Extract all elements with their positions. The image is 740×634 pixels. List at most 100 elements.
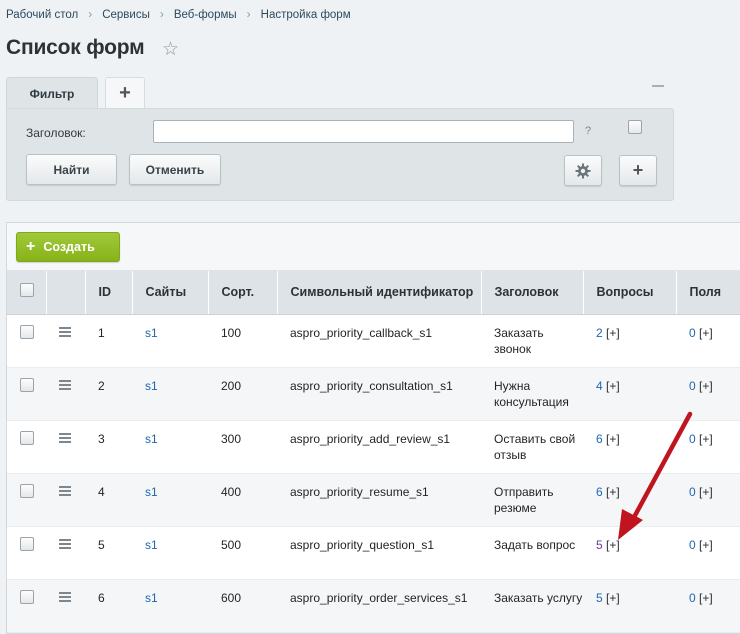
column-header-sites[interactable]: Сайты <box>132 271 209 315</box>
cell-id: 5 <box>85 526 132 580</box>
add-question-link[interactable]: [+] <box>606 326 620 340</box>
add-question-link[interactable]: [+] <box>606 538 620 552</box>
column-header-id[interactable]: ID <box>85 271 133 315</box>
add-question-link[interactable]: [+] <box>606 591 620 605</box>
table-row[interactable]: 5 s1 500 aspro_priority_question_s1 Зада… <box>7 526 740 580</box>
cell-id: 1 <box>85 314 132 368</box>
table-row[interactable]: 3 s1 300 aspro_priority_add_review_s1 Ос… <box>7 420 740 474</box>
drag-handle-icon[interactable] <box>59 432 71 443</box>
select-all-checkbox[interactable] <box>20 283 34 298</box>
add-question-link[interactable]: [+] <box>606 485 620 499</box>
title-filter-label: Заголовок: <box>26 126 86 140</box>
row-checkbox[interactable] <box>20 324 34 339</box>
breadcrumb-item-services[interactable]: Сервисы <box>102 9 150 21</box>
cell-id: 2 <box>85 367 132 421</box>
row-checkbox[interactable] <box>20 589 34 604</box>
chevron-right-icon: › <box>88 7 93 21</box>
fields-link[interactable]: 0 <box>689 379 696 393</box>
add-filter-field-button[interactable]: + <box>619 155 657 186</box>
site-link[interactable]: s1 <box>145 485 158 499</box>
row-checkbox[interactable] <box>20 430 34 445</box>
row-checkbox[interactable] <box>20 377 34 392</box>
page-title: Список форм <box>6 36 145 59</box>
add-field-link[interactable]: [+] <box>699 326 713 340</box>
fields-link[interactable]: 0 <box>689 538 696 552</box>
actions-header <box>46 271 86 315</box>
star-icon[interactable]: ☆ <box>162 38 179 61</box>
cell-sort: 600 <box>208 579 277 633</box>
cell-code: aspro_priority_add_review_s1 <box>277 420 481 474</box>
breadcrumb-item-desktop[interactable]: Рабочий стол <box>6 9 78 21</box>
cell-title: Нужна консультация <box>481 367 583 421</box>
cell-sort: 500 <box>208 526 277 580</box>
filter-field-checkbox[interactable] <box>628 120 642 134</box>
questions-link[interactable]: 6 <box>596 485 603 499</box>
column-header-title[interactable]: Заголовок <box>481 271 584 315</box>
help-icon[interactable]: ? <box>585 125 591 137</box>
cancel-button[interactable]: Отменить <box>129 154 221 185</box>
questions-link[interactable]: 4 <box>596 379 603 393</box>
cell-sort: 400 <box>208 473 277 527</box>
table-row[interactable]: 4 s1 400 aspro_priority_resume_s1 Отправ… <box>7 473 740 527</box>
column-header-fields[interactable]: Поля <box>676 271 740 315</box>
form-list-panel: + Создать ID Сайты Сорт. Символьный иден… <box>6 222 740 634</box>
create-button-label: Создать <box>43 240 95 254</box>
title-filter-input[interactable] <box>153 120 574 143</box>
add-question-link[interactable]: [+] <box>606 432 620 446</box>
cell-title: Задать вопрос <box>481 526 583 580</box>
cell-code: aspro_priority_resume_s1 <box>277 473 481 527</box>
cell-sort: 300 <box>208 420 277 474</box>
collapse-filter-icon[interactable] <box>652 85 664 87</box>
row-checkbox[interactable] <box>20 536 34 551</box>
questions-link[interactable]: 2 <box>596 326 603 340</box>
add-field-link[interactable]: [+] <box>699 432 713 446</box>
table-row[interactable]: 1 s1 100 aspro_priority_callback_s1 Зака… <box>7 314 740 368</box>
table-header-row: ID Сайты Сорт. Символьный идентификатор … <box>7 271 740 315</box>
row-checkbox[interactable] <box>20 483 34 498</box>
questions-link[interactable]: 5 <box>596 591 603 605</box>
site-link[interactable]: s1 <box>145 326 158 340</box>
fields-link[interactable]: 0 <box>689 485 696 499</box>
add-field-link[interactable]: [+] <box>699 591 713 605</box>
cell-title: Заказать звонок <box>481 314 583 368</box>
cell-sort: 200 <box>208 367 277 421</box>
breadcrumb-item-form-settings[interactable]: Настройка форм <box>261 9 351 21</box>
find-button[interactable]: Найти <box>26 154 117 185</box>
site-link[interactable]: s1 <box>145 379 158 393</box>
column-header-questions[interactable]: Вопросы <box>583 271 677 315</box>
column-header-sort[interactable]: Сорт. <box>208 271 278 315</box>
table-row[interactable]: 2 s1 200 aspro_priority_consultation_s1 … <box>7 367 740 421</box>
site-link[interactable]: s1 <box>145 591 158 605</box>
drag-handle-icon[interactable] <box>59 538 71 549</box>
create-button[interactable]: + Создать <box>16 232 120 262</box>
cell-code: aspro_priority_question_s1 <box>277 526 481 580</box>
fields-link[interactable]: 0 <box>689 432 696 446</box>
cell-sort: 100 <box>208 314 277 368</box>
add-question-link[interactable]: [+] <box>606 379 620 393</box>
site-link[interactable]: s1 <box>145 432 158 446</box>
site-link[interactable]: s1 <box>145 538 158 552</box>
table-row[interactable]: 6 s1 600 aspro_priority_order_services_s… <box>7 579 740 633</box>
fields-link[interactable]: 0 <box>689 326 696 340</box>
cell-title: Отправить резюме <box>481 473 583 527</box>
fields-link[interactable]: 0 <box>689 591 696 605</box>
chevron-right-icon: › <box>159 7 164 21</box>
add-field-link[interactable]: [+] <box>699 379 713 393</box>
list-toolbar: + Создать <box>7 223 740 271</box>
add-field-link[interactable]: [+] <box>699 538 713 552</box>
cell-id: 3 <box>85 420 132 474</box>
drag-handle-icon[interactable] <box>59 485 71 496</box>
questions-link[interactable]: 6 <box>596 432 603 446</box>
questions-link[interactable]: 5 <box>596 538 603 552</box>
cell-code: aspro_priority_order_services_s1 <box>277 579 481 633</box>
drag-handle-icon[interactable] <box>59 326 71 337</box>
breadcrumb: Рабочий стол › Сервисы › Веб-формы › Настройка… <box>6 7 351 21</box>
add-field-link[interactable]: [+] <box>699 485 713 499</box>
tab-filter[interactable]: Фильтр <box>6 77 98 109</box>
column-header-code[interactable]: Символьный идентификатор <box>277 271 482 315</box>
filter-settings-button[interactable] <box>564 155 602 186</box>
breadcrumb-item-webforms[interactable]: Веб-формы <box>174 9 237 21</box>
drag-handle-icon[interactable] <box>59 379 71 390</box>
add-filter-tab-button[interactable]: + <box>105 77 145 109</box>
drag-handle-icon[interactable] <box>59 591 71 602</box>
